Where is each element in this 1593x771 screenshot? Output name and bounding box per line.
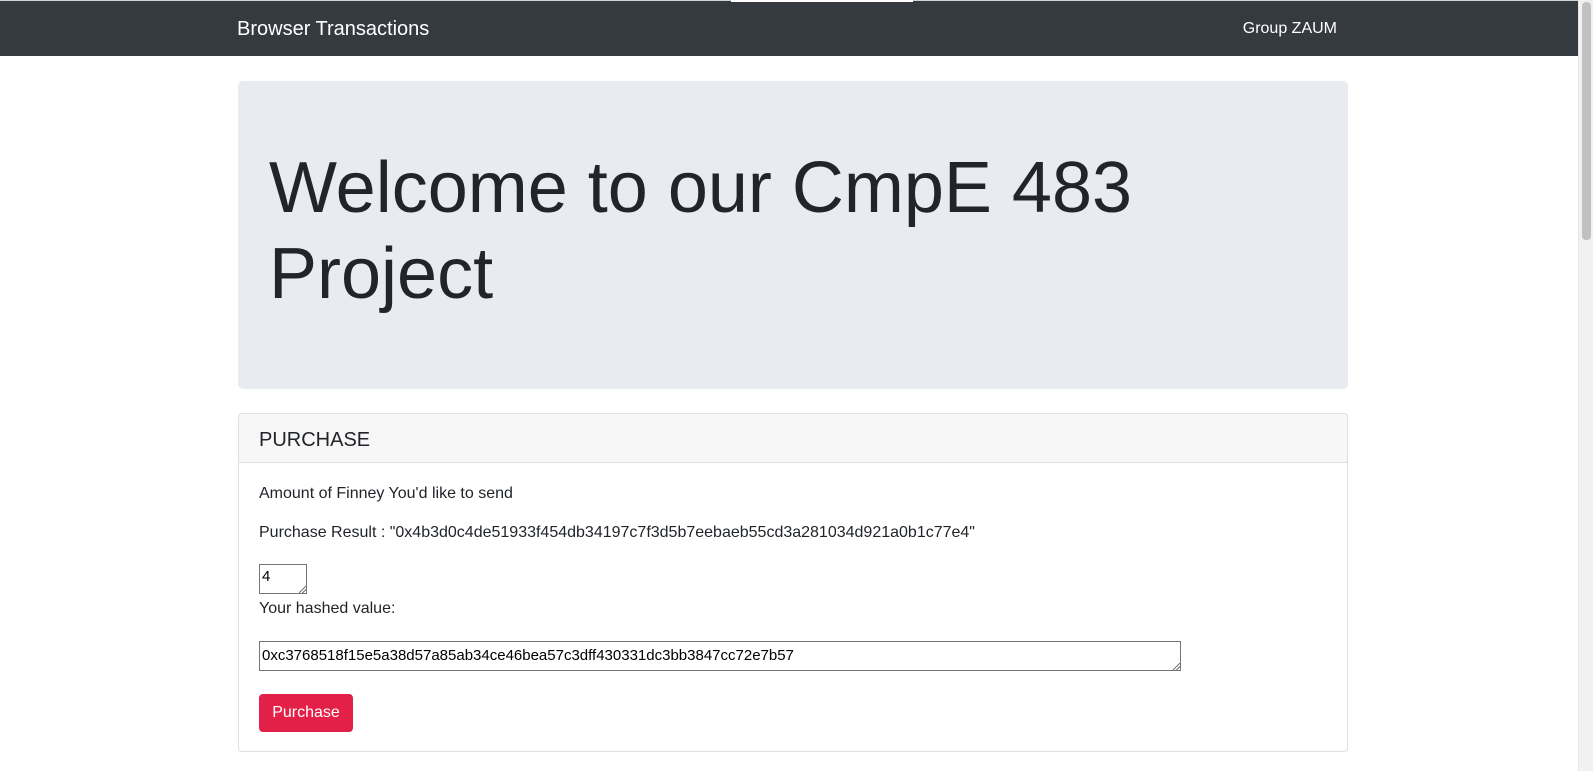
jumbotron: Welcome to our CmpE 483 Project: [238, 81, 1348, 389]
hashed-value-field[interactable]: 0xc3768518f15e5a38d57a85ab34ce46bea57c3d…: [259, 641, 1181, 671]
group-link[interactable]: Group ZAUM: [1243, 19, 1337, 39]
purchase-card: PURCHASE Amount of Finney You'd like to …: [238, 413, 1348, 752]
page-scrollbar[interactable]: [1578, 0, 1593, 771]
purchase-button[interactable]: Purchase: [259, 694, 353, 732]
scrollbar-thumb[interactable]: [1582, 2, 1591, 240]
purchase-card-title: PURCHASE: [259, 429, 371, 451]
navbar: Browser Transactions Group ZAUM: [0, 0, 1578, 56]
amount-input[interactable]: 4: [259, 564, 307, 594]
purchase-result-text: Purchase Result : "0x4b3d0c4de51933f454d…: [259, 524, 975, 541]
navbar-brand-link[interactable]: Browser Transactions: [237, 17, 429, 41]
page-title: Welcome to our CmpE 483 Project: [269, 148, 1133, 314]
purchase-card-header: PURCHASE: [239, 414, 1347, 463]
active-tab-indicator: [731, 0, 913, 2]
page: Browser Transactions Group ZAUM Welcome …: [0, 0, 1593, 771]
hashed-value-label: Your hashed value:: [259, 600, 396, 617]
amount-label: Amount of Finney You'd like to send: [259, 485, 513, 502]
